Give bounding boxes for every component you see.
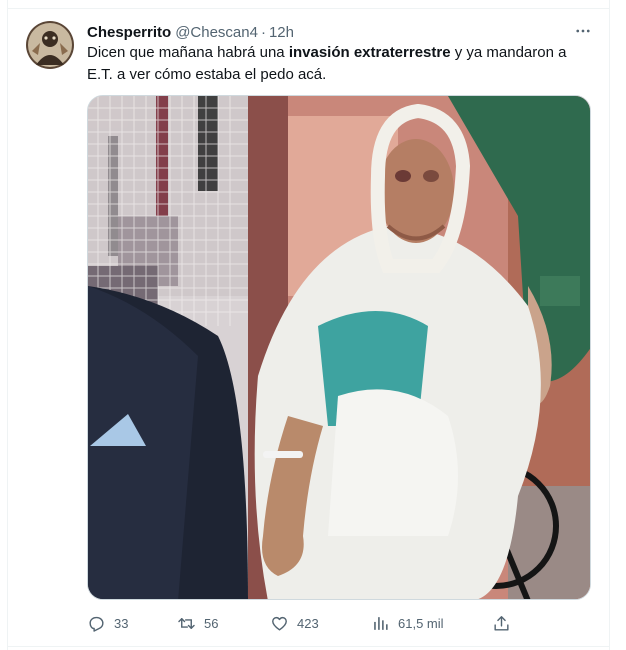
tweet-divider-bottom [7,646,609,647]
reply-count: 33 [114,615,129,631]
separator-dot: · [260,23,266,41]
more-icon[interactable] [571,20,595,42]
like-button[interactable]: 423 [270,611,319,635]
share-button[interactable] [492,611,511,635]
user-handle[interactable]: @Chescan4 [175,24,258,41]
share-icon [494,615,509,631]
views-icon [374,616,388,630]
avatar[interactable] [26,21,74,69]
tweet-text-bold: invasión extraterrestre [288,44,451,61]
tweet-timestamp[interactable]: 12h [269,24,294,41]
display-name[interactable]: Chesperrito [87,24,171,41]
reply-button[interactable]: 33 [87,611,128,635]
like-count: 423 [297,615,319,631]
action-bar: 33 56 423 61,5 mil [87,611,592,635]
retweet-button[interactable]: 56 [177,611,218,635]
tweet-header: Chesperrito @Chescan4 · 12h [87,22,597,42]
views-count: 61,5 mil [398,615,444,631]
views-button[interactable]: 61,5 mil [371,611,444,635]
tweet-divider-top [7,8,609,9]
tweet-text-part1: Dicen que mañana habrá una [87,44,289,61]
timeline-border-right [609,0,610,650]
tweet-text: Dicen que mañana habrá una invasión extr… [87,42,592,86]
reply-icon [89,616,104,632]
heart-icon [272,616,287,631]
tweet-image[interactable] [87,95,591,600]
retweet-count: 56 [204,615,219,631]
retweet-icon [178,617,195,629]
timeline-border-left [7,0,8,650]
